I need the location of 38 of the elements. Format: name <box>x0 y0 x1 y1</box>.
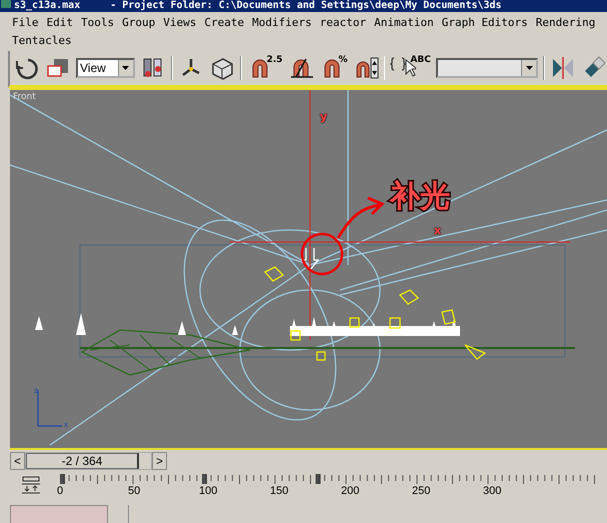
menu-item[interactable]: reactor <box>320 16 366 28</box>
frame-number: 200 <box>341 485 360 497</box>
axis-label: y <box>320 110 328 123</box>
menu-item[interactable]: Modifiers <box>252 16 312 28</box>
menu-item[interactable]: File <box>12 16 38 28</box>
time-slider-thumb[interactable]: -2 / 364 <box>26 453 139 469</box>
menu-item[interactable]: Views <box>163 16 196 28</box>
frame-number: 0 <box>57 485 64 497</box>
window-title: - Project Folder: C:\Documents and Settings\deep\My Documents\3ds <box>110 0 502 12</box>
previous-frame-button[interactable]: < <box>10 452 25 470</box>
menu-item[interactable]: Rendering <box>536 16 596 28</box>
dropdown-arrow-icon[interactable] <box>526 66 533 70</box>
dropdown-arrow-icon[interactable] <box>122 66 130 70</box>
app-icon <box>1 0 11 8</box>
frame-number: 50 <box>128 485 140 497</box>
icon-label: % <box>338 55 348 65</box>
icon-label: 2.5 <box>266 55 283 65</box>
annotation-text: 补光 <box>390 178 450 216</box>
next-frame-button[interactable]: > <box>152 452 167 470</box>
frame-number: 100 <box>199 485 218 497</box>
menu-item[interactable]: Tentacles <box>12 34 72 46</box>
axis-label: z <box>34 386 38 395</box>
frame-number: 300 <box>483 485 502 497</box>
key-filter-icon[interactable] <box>20 475 42 495</box>
frame-number: 150 <box>270 485 288 497</box>
axis-label: x <box>434 224 442 237</box>
menu-item[interactable]: Create <box>204 16 244 28</box>
menu-item[interactable]: Group <box>122 16 156 28</box>
menu-item[interactable]: Edit <box>46 16 73 28</box>
icon-label: ABC <box>410 55 431 65</box>
menu-item[interactable]: Animation <box>374 16 434 28</box>
axis-label: x <box>64 420 68 429</box>
menu-item[interactable]: Tools <box>81 16 114 28</box>
dropdown[interactable]: View <box>76 58 135 78</box>
dropdown[interactable] <box>436 58 538 78</box>
menu-item[interactable]: Graph Editors <box>442 16 528 28</box>
frame-number: 250 <box>412 485 430 497</box>
window-title: s3_c13a.max <box>14 0 80 12</box>
